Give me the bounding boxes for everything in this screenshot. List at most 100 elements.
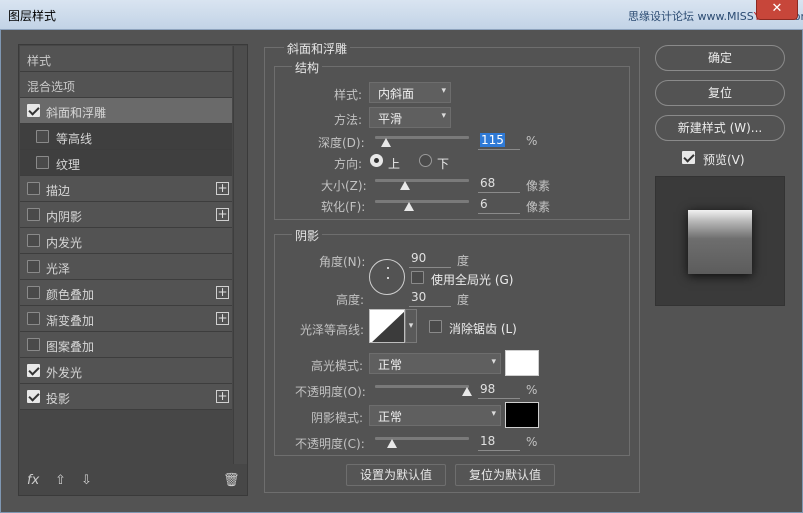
ok-button[interactable]: 确定 [655,45,785,71]
technique-select[interactable]: 平滑 ▾ [369,107,451,128]
title-bar: 图层样式 思缘设计论坛 www.MISSYUAN.com ✕ [0,0,803,30]
window-title: 图层样式 [8,9,57,23]
style-item[interactable]: 斜面和浮雕 [20,98,232,124]
style-item-label: 光泽 [46,262,71,276]
style-item-checkbox[interactable] [27,208,40,221]
style-item[interactable]: 等高线 [20,124,232,150]
reset-to-default-button[interactable]: 复位为默认值 [455,464,555,486]
move-up-icon[interactable]: ⇧ [55,473,66,488]
chevron-down-icon: ▾ [491,357,496,367]
preview-swatch [688,210,752,274]
shadow-opacity-input[interactable]: 18 [478,434,520,451]
style-item-checkbox[interactable] [27,312,40,325]
close-icon: ✕ [771,1,783,16]
shadow-opacity-unit: % [526,435,538,449]
move-down-icon[interactable]: ⇩ [81,473,92,488]
style-item-checkbox[interactable] [36,156,49,169]
style-item-checkbox[interactable] [27,286,40,299]
make-default-button[interactable]: 设置为默认值 [346,464,446,486]
direction-down-radio[interactable] [419,154,432,167]
soften-input[interactable]: 6 [478,197,520,214]
reset-button[interactable]: 复位 [655,80,785,106]
anti-alias-checkbox[interactable] [429,320,442,333]
global-light-checkbox[interactable] [411,271,424,284]
style-item-checkbox[interactable] [27,390,40,403]
blending-options-item[interactable]: 混合选项 [20,72,232,98]
add-instance-icon[interactable]: + [216,208,229,221]
technique-label: 方法: [334,113,363,127]
anti-alias-label[interactable]: 消除锯齿 (L) [449,320,517,337]
size-input[interactable]: 68 [478,176,520,193]
altitude-input[interactable]: 30 [409,290,451,307]
add-instance-icon[interactable]: + [216,312,229,325]
gloss-contour-thumbnail[interactable] [369,309,405,343]
soften-slider[interactable] [375,200,469,203]
soften-slider-thumb[interactable] [404,202,414,211]
style-item-checkbox[interactable] [27,104,40,117]
shadow-mode-select[interactable]: 正常 ▾ [369,405,501,426]
highlight-opacity-slider[interactable] [375,385,469,388]
angle-label: 角度(N): [319,255,366,269]
size-slider[interactable] [375,179,469,182]
depth-label: 深度(D): [318,136,365,150]
style-item-checkbox[interactable] [27,260,40,273]
add-instance-icon[interactable]: + [216,390,229,403]
style-item[interactable]: 内发光 [20,228,232,254]
style-item[interactable]: 描边 + [20,176,232,202]
shading-title: 阴影 [292,227,323,244]
direction-up-label[interactable]: 上 [388,155,400,172]
highlight-opacity-label: 不透明度(O): [295,385,366,399]
style-item-label: 投影 [46,392,71,406]
style-item-checkbox[interactable] [36,130,49,143]
new-style-button[interactable]: 新建样式 (W)... [655,115,785,141]
style-item-checkbox[interactable] [27,338,40,351]
style-item[interactable]: 图案叠加 [20,332,232,358]
preview-label[interactable]: 预览(V) [703,151,745,168]
shadow-opacity-slider-thumb[interactable] [387,439,397,448]
depth-input[interactable]: 115 [478,133,520,150]
shadow-color-swatch[interactable] [505,402,539,428]
style-item[interactable]: 纹理 [20,150,232,176]
highlight-color-swatch[interactable] [505,350,539,376]
style-item[interactable]: 内阴影 + [20,202,232,228]
depth-slider-thumb[interactable] [381,138,391,147]
style-item[interactable]: 外发光 [20,358,232,384]
styles-header[interactable]: 样式 [20,46,232,72]
highlight-opacity-input[interactable]: 98 [478,382,520,399]
size-slider-thumb[interactable] [400,181,410,190]
add-instance-icon[interactable]: + [216,182,229,195]
chevron-down-icon: ▾ [491,409,496,419]
soften-unit: 像素 [526,200,551,214]
direction-down-label[interactable]: 下 [437,155,449,172]
direction-up-radio[interactable] [370,154,383,167]
style-select[interactable]: 内斜面 ▾ [369,82,451,103]
fx-icon[interactable]: fx [27,473,39,488]
shadow-mode-label: 阴影模式: [311,411,364,425]
style-item[interactable]: 颜色叠加 + [20,280,232,306]
style-item[interactable]: 投影 + [20,384,232,410]
style-item-checkbox[interactable] [27,182,40,195]
highlight-opacity-unit: % [526,383,538,397]
altitude-unit: 度 [457,293,470,307]
add-instance-icon[interactable]: + [216,286,229,299]
depth-unit: % [526,134,538,148]
style-label: 样式: [334,88,363,102]
style-list-panel: 样式 混合选项 斜面和浮雕 等高线 纹理 描边 + 内阴影 + 内发光光泽颜色叠加 + 渐变叠加 +… [18,44,248,496]
gloss-contour-dropdown[interactable]: ▾ [405,309,417,343]
angle-input[interactable]: 90 [409,251,451,268]
altitude-label: 高度: [336,293,365,307]
global-light-label[interactable]: 使用全局光 (G) [431,271,513,288]
angle-dial[interactable] [369,259,405,295]
style-item[interactable]: 渐变叠加 + [20,306,232,332]
preview-checkbox[interactable] [682,151,695,164]
shadow-opacity-label: 不透明度(C): [295,437,365,451]
trash-icon[interactable]: 🗑 [223,473,240,488]
style-item-checkbox[interactable] [27,364,40,377]
style-item[interactable]: 光泽 [20,254,232,280]
close-button[interactable]: ✕ [756,0,798,20]
style-item-checkbox[interactable] [27,234,40,247]
highlight-mode-select[interactable]: 正常 ▾ [369,353,501,374]
structure-title: 结构 [292,59,323,76]
style-list-scrollbar[interactable] [233,46,247,464]
highlight-opacity-slider-thumb[interactable] [462,387,472,396]
